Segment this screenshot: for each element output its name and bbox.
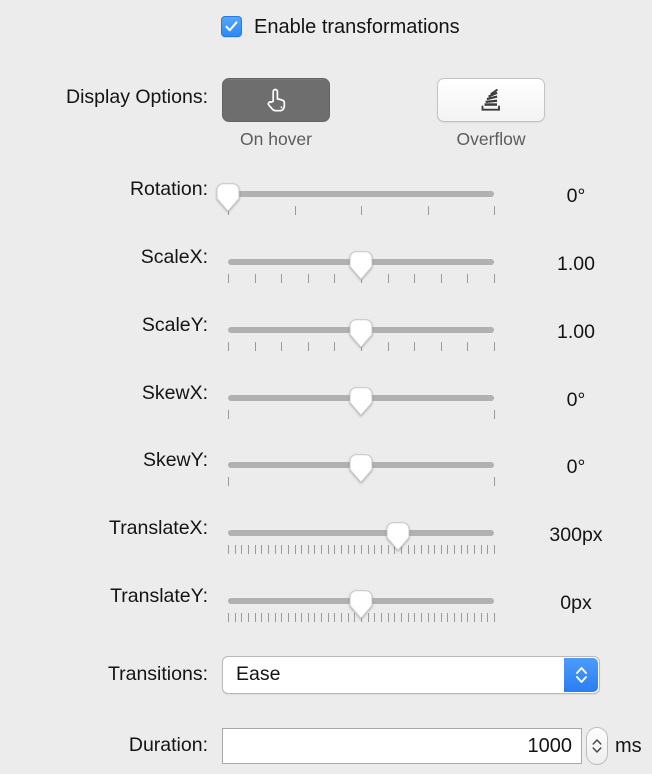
slider-value: 1.00: [557, 321, 595, 343]
display-option-on-hover[interactable]: On hover: [222, 78, 330, 149]
slider-thumb[interactable]: [349, 590, 373, 619]
enable-transformations-checkbox[interactable]: [221, 16, 242, 37]
chevron-up-down-icon: [575, 667, 587, 683]
slider-value: 0°: [566, 389, 586, 411]
slider-value: 1.00: [557, 253, 595, 275]
slider-ticks: [228, 545, 495, 554]
slider-value: 300px: [549, 524, 603, 546]
slider-track[interactable]: [228, 191, 494, 197]
duration-value: 1000: [527, 735, 573, 757]
display-option-overflow[interactable]: Overflow: [437, 78, 545, 149]
slider-label: SkewY:: [142, 449, 208, 471]
slider-control[interactable]: [222, 384, 500, 430]
transitions-selected-value: Ease: [236, 663, 281, 686]
slider-control[interactable]: [222, 519, 500, 565]
overflow-stack-icon: [481, 88, 500, 111]
slider-label: TranslateX:: [109, 517, 208, 539]
duration-unit-label: ms: [615, 735, 642, 757]
slider-row: TranslateX: 300px: [0, 517, 652, 565]
slider-row: ScaleY: 1.00: [0, 314, 652, 362]
slider-value: 0°: [566, 185, 586, 207]
slider-thumb[interactable]: [349, 251, 373, 280]
transitions-stepper-button[interactable]: [564, 658, 598, 692]
slider-value: 0px: [560, 592, 592, 614]
pointing-hand-icon: [267, 88, 286, 112]
slider-thumb[interactable]: [386, 522, 410, 551]
slider-row: SkewX: 0°: [0, 382, 652, 430]
slider-control[interactable]: [222, 316, 500, 362]
overflow-button[interactable]: [437, 78, 545, 122]
slider-value: 0°: [566, 456, 586, 478]
slider-control[interactable]: [222, 248, 500, 294]
display-options-row: Display Options: On hover Overflow: [0, 78, 652, 149]
slider-thumb[interactable]: [216, 183, 240, 212]
slider-label: SkewX:: [141, 382, 208, 404]
slider-row: TranslateY: 0px: [0, 585, 652, 633]
slider-row: SkewY: 0°: [0, 449, 652, 497]
overflow-caption: Overflow: [456, 129, 526, 149]
slider-control[interactable]: [216, 180, 500, 226]
slider-track[interactable]: [228, 530, 494, 536]
slider-row: Rotation: 0°: [0, 178, 652, 226]
display-options-label: Display Options:: [66, 86, 208, 108]
enable-transformations-row: Enable transformations: [0, 16, 652, 37]
slider-row: ScaleX: 1.00: [0, 246, 652, 294]
duration-stepper[interactable]: [586, 727, 608, 765]
slider-label: ScaleY:: [141, 314, 208, 336]
slider-thumb[interactable]: [349, 454, 373, 483]
duration-label: Duration:: [128, 734, 208, 757]
slider-thumb[interactable]: [349, 319, 373, 348]
enable-transformations-label: Enable transformations: [254, 15, 460, 38]
slider-control[interactable]: [222, 587, 500, 633]
on-hover-caption: On hover: [240, 129, 312, 149]
duration-field[interactable]: 1000: [222, 728, 582, 764]
duration-row: Duration: 1000 ms: [0, 727, 652, 765]
checkmark-icon: [225, 21, 238, 32]
slider-ticks: [228, 206, 495, 215]
slider-thumb[interactable]: [349, 387, 373, 416]
slider-label: TranslateY:: [110, 585, 208, 607]
stepper-arrows-icon: [592, 739, 602, 753]
transitions-label: Transitions:: [107, 663, 208, 686]
on-hover-button[interactable]: [222, 78, 330, 122]
slider-label: Rotation:: [129, 178, 208, 200]
slider-label: ScaleX:: [140, 246, 208, 268]
transitions-select[interactable]: Ease: [222, 656, 600, 694]
transitions-row: Transitions: Ease: [0, 656, 652, 694]
slider-control[interactable]: [222, 451, 500, 497]
